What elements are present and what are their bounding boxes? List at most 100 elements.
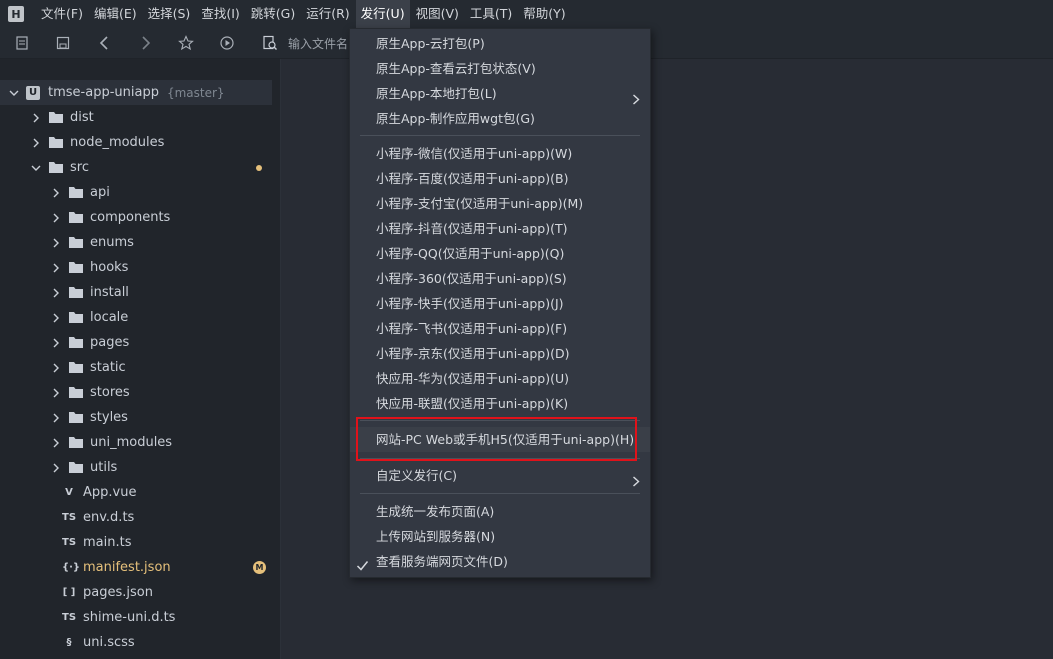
menu-item-miniprogram[interactable]: 小程序-飞书(仅适用于uni-app)(F) <box>350 316 650 341</box>
menu-help[interactable]: 帮助(Y) <box>518 0 570 28</box>
tree-file[interactable]: V App.vue <box>0 480 272 505</box>
menu-item-label: 原生App-查看云打包状态(V) <box>376 61 536 76</box>
folder-icon <box>69 437 83 448</box>
tree-folder-components[interactable]: components <box>0 205 272 230</box>
tree-folder-node_modules[interactable]: node_modules <box>0 130 272 155</box>
tree-folder-dist[interactable]: dist <box>0 105 272 130</box>
star-icon[interactable] <box>176 33 196 53</box>
menu-item-site[interactable]: 上传网站到服务器(N) <box>350 524 650 549</box>
menu-item-miniprogram[interactable]: 小程序-支付宝(仅适用于uni-app)(M) <box>350 191 650 216</box>
menu-item-app-pack[interactable]: 原生App-制作应用wgt包(G) <box>350 106 650 131</box>
new-file-icon[interactable] <box>12 33 32 53</box>
tree-file[interactable]: {·} manifest.json M <box>0 555 272 580</box>
menu-item-miniprogram[interactable]: 小程序-快手(仅适用于uni-app)(J) <box>350 291 650 316</box>
tree-item-label: shime-uni.d.ts <box>83 610 176 625</box>
menu-publish[interactable]: 发行(U) <box>355 0 410 28</box>
save-icon[interactable] <box>53 33 73 53</box>
menu-item-miniprogram[interactable]: 小程序-百度(仅适用于uni-app)(B) <box>350 166 650 191</box>
file-type-icon: TS <box>62 612 77 623</box>
menu-view[interactable]: 视图(V) <box>411 0 464 28</box>
menu-goto[interactable]: 跳转(G) <box>246 0 300 28</box>
menu-item-miniprogram[interactable]: 小程序-抖音(仅适用于uni-app)(T) <box>350 216 650 241</box>
tree-item-label: manifest.json <box>83 560 171 575</box>
tree-folder-enums[interactable]: enums <box>0 230 272 255</box>
tree-folder-uni_modules[interactable]: uni_modules <box>0 430 272 455</box>
tree-folder-hooks[interactable]: hooks <box>0 255 272 280</box>
menu-item-app-pack[interactable]: 原生App-本地打包(L) <box>350 81 650 106</box>
chevron-down-icon[interactable] <box>30 162 42 174</box>
tree-item-label: src <box>70 160 89 175</box>
tree-folder-styles[interactable]: styles <box>0 405 272 430</box>
tree-file[interactable]: TS main.ts <box>0 530 272 555</box>
menu-item-miniprogram[interactable]: 小程序-京东(仅适用于uni-app)(D) <box>350 341 650 366</box>
menu-item-app-pack[interactable]: 原生App-查看云打包状态(V) <box>350 56 650 81</box>
menu-item-label: 小程序-支付宝(仅适用于uni-app)(M) <box>376 196 584 211</box>
project-icon: U <box>26 85 40 100</box>
menu-item-custom-publish[interactable]: 自定义发行(C) <box>350 463 650 488</box>
menu-item-site[interactable]: 生成统一发布页面(A) <box>350 499 650 524</box>
tree-folder-pages[interactable]: pages <box>0 330 272 355</box>
menu-tools[interactable]: 工具(T) <box>465 0 517 28</box>
chevron-down-icon[interactable] <box>8 87 20 99</box>
menu-item-site[interactable]: 查看服务端网页文件(D) <box>350 549 650 574</box>
tree-item-label: utils <box>90 460 118 475</box>
menu-item-miniprogram[interactable]: 快应用-联盟(仅适用于uni-app)(K) <box>350 391 650 416</box>
file-search-icon <box>263 35 277 50</box>
tree-folder-api[interactable]: api <box>0 180 272 205</box>
chevron-right-icon[interactable] <box>30 137 42 149</box>
chevron-right-icon[interactable] <box>50 262 62 274</box>
menu-item-miniprogram[interactable]: 小程序-360(仅适用于uni-app)(S) <box>350 266 650 291</box>
tree-file[interactable]: § uni.scss <box>0 630 272 655</box>
tree-folder-locale[interactable]: locale <box>0 305 272 330</box>
tree-folder-utils[interactable]: utils <box>0 455 272 480</box>
chevron-right-icon[interactable] <box>50 337 62 349</box>
chevron-right-icon[interactable] <box>50 362 62 374</box>
forward-icon[interactable] <box>135 33 155 53</box>
tree-file[interactable]: TS env.d.ts <box>0 505 272 530</box>
back-icon[interactable] <box>95 33 115 53</box>
tree-item-label: pages.json <box>83 585 153 600</box>
tree-item-label: hooks <box>90 260 129 275</box>
tree-item-label: dist <box>70 110 94 125</box>
chevron-right-icon[interactable] <box>50 312 62 324</box>
menu-item-app-pack[interactable]: 原生App-云打包(P) <box>350 31 650 56</box>
tree-folder-src[interactable]: src <box>0 155 272 180</box>
menu-item-label: 生成统一发布页面(A) <box>376 504 495 519</box>
menu-item-label: 小程序-百度(仅适用于uni-app)(B) <box>376 171 569 186</box>
chevron-right-icon[interactable] <box>30 112 42 124</box>
folder-icon <box>69 387 83 398</box>
menu-item-label: 快应用-联盟(仅适用于uni-app)(K) <box>376 396 569 411</box>
menu-find[interactable]: 查找(I) <box>196 0 244 28</box>
tree-folder-install[interactable]: install <box>0 280 272 305</box>
chevron-right-icon[interactable] <box>50 187 62 199</box>
file-type-icon: [ ] <box>62 587 76 598</box>
chevron-right-icon[interactable] <box>50 462 62 474</box>
menu-item-label: 原生App-制作应用wgt包(G) <box>376 111 535 126</box>
chevron-right-icon[interactable] <box>50 287 62 299</box>
menu-file[interactable]: 文件(F) <box>36 0 88 28</box>
chevron-right-icon[interactable] <box>50 437 62 449</box>
folder-icon <box>69 262 83 273</box>
tree-folder-static[interactable]: static <box>0 355 272 380</box>
tree-item-label: App.vue <box>83 485 137 500</box>
chevron-right-icon[interactable] <box>50 387 62 399</box>
chevron-right-icon[interactable] <box>50 412 62 424</box>
folder-icon <box>69 337 83 348</box>
menu-item-miniprogram[interactable]: 小程序-QQ(仅适用于uni-app)(Q) <box>350 241 650 266</box>
chevron-right-icon[interactable] <box>50 237 62 249</box>
tree-root-project[interactable]: U tmse-app-uniapp {master} <box>0 80 272 105</box>
publish-menu: 原生App-云打包(P) 原生App-查看云打包状态(V) 原生App-本地打包(L… <box>349 28 651 578</box>
tree-file[interactable]: TS shime-uni.d.ts <box>0 605 272 630</box>
menu-item-miniprogram[interactable]: 小程序-微信(仅适用于uni-app)(W) <box>350 141 650 166</box>
tree-folder-stores[interactable]: stores <box>0 380 272 405</box>
menu-select[interactable]: 选择(S) <box>143 0 196 28</box>
chevron-right-icon[interactable] <box>50 212 62 224</box>
highlight-box <box>356 417 637 461</box>
tree-file[interactable]: [ ] pages.json <box>0 580 272 605</box>
menu-item-miniprogram[interactable]: 快应用-华为(仅适用于uni-app)(U) <box>350 366 650 391</box>
tree-item-label: api <box>90 185 110 200</box>
menu-run[interactable]: 运行(R) <box>301 0 354 28</box>
run-icon[interactable] <box>217 33 237 53</box>
menu-edit[interactable]: 编辑(E) <box>89 0 142 28</box>
menu-item-label: 查看服务端网页文件(D) <box>376 554 508 569</box>
